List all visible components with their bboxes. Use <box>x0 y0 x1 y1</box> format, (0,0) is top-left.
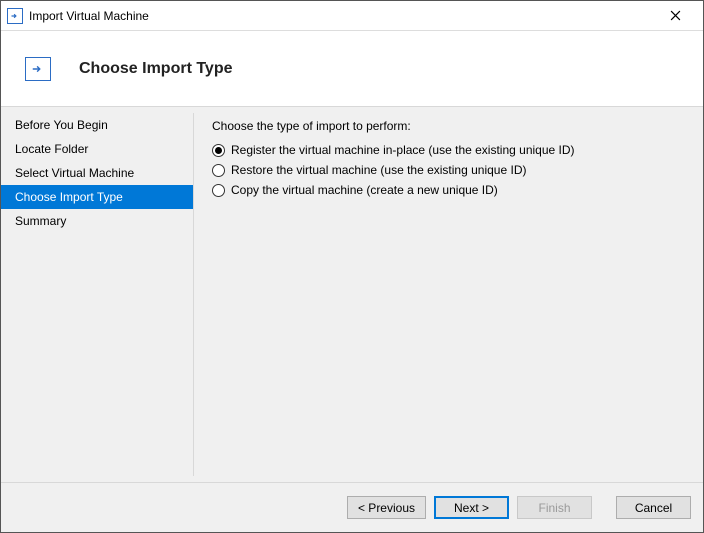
wizard-header: Choose Import Type <box>1 31 703 107</box>
next-button[interactable]: Next > <box>434 496 509 519</box>
close-button[interactable] <box>655 2 695 30</box>
step-locate-folder[interactable]: Locate Folder <box>1 137 193 161</box>
step-before-you-begin[interactable]: Before You Begin <box>1 113 193 137</box>
option-register-in-place[interactable]: Register the virtual machine in-place (u… <box>212 143 685 157</box>
cancel-button[interactable]: Cancel <box>616 496 691 519</box>
wizard-content: Choose the type of import to perform: Re… <box>194 107 703 482</box>
option-restore-vm[interactable]: Restore the virtual machine (use the exi… <box>212 163 685 177</box>
import-vm-large-icon <box>25 57 51 81</box>
step-summary[interactable]: Summary <box>1 209 193 233</box>
step-select-virtual-machine[interactable]: Select Virtual Machine <box>1 161 193 185</box>
option-copy-vm[interactable]: Copy the virtual machine (create a new u… <box>212 183 685 197</box>
page-title: Choose Import Type <box>79 60 233 78</box>
finish-button: Finish <box>517 496 592 519</box>
close-icon <box>670 10 681 21</box>
wizard-steps-sidebar: Before You Begin Locate Folder Select Vi… <box>1 107 193 482</box>
wizard-footer: < Previous Next > Finish Cancel <box>1 482 703 532</box>
instruction-text: Choose the type of import to perform: <box>212 119 685 133</box>
option-label: Restore the virtual machine (use the exi… <box>231 163 526 177</box>
previous-button[interactable]: < Previous <box>347 496 426 519</box>
radio-icon <box>212 144 225 157</box>
wizard-body: Before You Begin Locate Folder Select Vi… <box>1 107 703 482</box>
option-label: Copy the virtual machine (create a new u… <box>231 183 498 197</box>
step-choose-import-type[interactable]: Choose Import Type <box>1 185 193 209</box>
titlebar: Import Virtual Machine <box>1 1 703 31</box>
radio-icon <box>212 164 225 177</box>
import-vm-icon <box>7 8 23 24</box>
window-title: Import Virtual Machine <box>29 9 149 23</box>
radio-icon <box>212 184 225 197</box>
option-label: Register the virtual machine in-place (u… <box>231 143 575 157</box>
